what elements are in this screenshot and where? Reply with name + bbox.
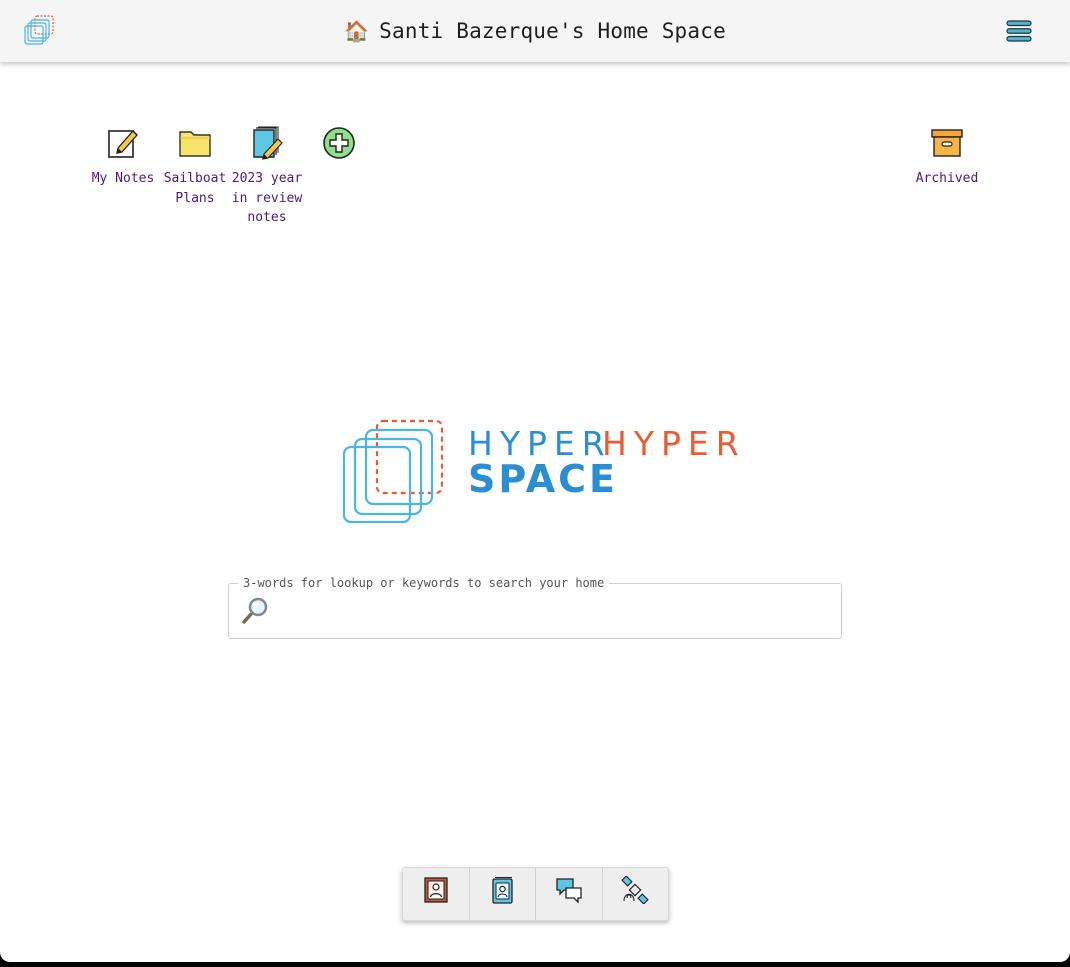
add-item-button[interactable] xyxy=(303,126,375,160)
contacts-button[interactable] xyxy=(470,868,536,920)
hyperhyperspace-logo: HYPER HYPER SPACE xyxy=(340,416,740,526)
profile-button[interactable] xyxy=(403,868,470,920)
item-sailboat-plans[interactable]: Sailboat Plans xyxy=(159,126,231,208)
satellite-icon xyxy=(621,876,649,904)
item-archived[interactable]: Archived xyxy=(911,126,983,189)
app-window: 🏠 Santi Bazerque's Home Space My Notes S… xyxy=(0,0,1070,962)
note-pencil-icon xyxy=(108,130,138,158)
notebook-pencil-icon xyxy=(253,126,283,160)
folder-icon xyxy=(179,131,211,157)
item-label: My Notes xyxy=(91,171,155,186)
archive-box-icon xyxy=(931,129,963,157)
item-2023-year-in-review-notes[interactable]: 2023 year in review notes xyxy=(231,126,303,228)
search-legend: 3-words for lookup or keywords to search… xyxy=(238,576,610,590)
search-input[interactable] xyxy=(279,594,829,628)
item-my-notes[interactable]: My Notes xyxy=(87,126,159,189)
page-title-text: Santi Bazerque's Home Space xyxy=(379,19,726,43)
header-bar: 🏠 Santi Bazerque's Home Space xyxy=(0,0,1070,62)
chat-button[interactable] xyxy=(536,868,603,920)
item-label: Archived xyxy=(915,171,979,186)
chat-bubbles-icon xyxy=(556,878,582,904)
stacked-squares-icon xyxy=(342,419,444,524)
hyperhyperspace-logo-icon[interactable] xyxy=(23,14,57,48)
contacts-book-icon xyxy=(492,877,513,904)
search-box: 3-words for lookup or keywords to search… xyxy=(228,576,842,639)
add-circle-icon xyxy=(323,127,355,159)
bottom-toolbar xyxy=(402,867,669,921)
profile-picture-icon xyxy=(424,877,448,903)
logo-word-space: SPACE xyxy=(468,457,618,501)
magnifier-icon xyxy=(242,597,268,624)
house-icon: 🏠 xyxy=(344,19,370,43)
satellite-button[interactable] xyxy=(603,868,669,920)
logo-word-hyper-orange: HYPER xyxy=(602,424,746,463)
item-label: 2023 year in review notes xyxy=(231,171,303,225)
page-title: 🏠 Santi Bazerque's Home Space xyxy=(344,19,726,43)
item-label: Sailboat Plans xyxy=(163,171,227,206)
hamburger-menu-icon[interactable] xyxy=(1006,19,1032,43)
